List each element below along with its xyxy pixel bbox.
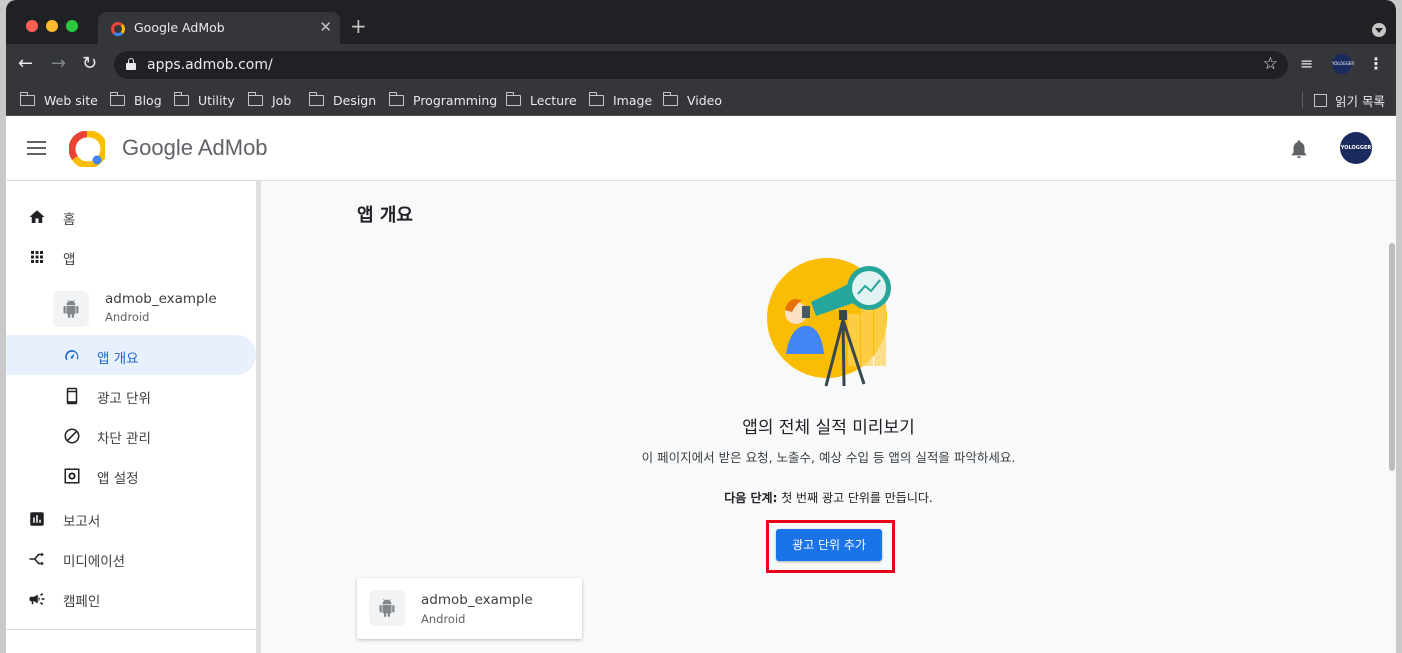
tab-bar: Google AdMob ✕ + [6,0,1396,44]
sidebar-item-mediation[interactable]: 미디에이션 [6,538,256,578]
mediation-icon [29,552,44,566]
main-scrollbar[interactable] [1389,243,1395,471]
tab-search-icon[interactable] [1372,23,1386,37]
admob-logo-icon [69,131,105,167]
card-app-name: admob_example [421,592,533,608]
settings-icon [64,468,80,484]
folder-icon [588,91,604,106]
next-step-text: 다음 단계: 첫 번째 광고 단위를 만듭니다. [261,489,1396,506]
menu-icon[interactable] [27,141,46,155]
close-window-button[interactable] [26,20,38,32]
bookmark-folder[interactable]: Lecture [505,90,577,110]
reload-icon[interactable]: ↻ [82,52,97,76]
sidebar-item-home[interactable]: 홈 [6,196,256,236]
bookmarks-divider [1302,92,1303,108]
admob-favicon-icon [111,22,125,36]
android-icon [379,599,395,617]
bookmark-star-icon[interactable]: ☆ [1263,54,1278,74]
bookmark-folder[interactable]: Blog [109,90,162,110]
bookmark-folder[interactable]: Video [662,90,722,110]
sidebar-divider [6,629,256,630]
browser-window: Google AdMob ✕ + ← → ↻ apps.admob.com/ ☆… [6,0,1396,653]
sidebar-item-campaigns[interactable]: 캠페인 [6,578,256,618]
bookmark-folder[interactable]: Job [247,90,291,110]
brand-name: Google AdMob [122,135,268,160]
new-tab-button[interactable]: + [350,16,367,36]
folder-icon [662,91,678,106]
profile-avatar[interactable]: YOLOGGER [1332,54,1354,74]
folder-icon [173,91,189,106]
sidebar-app-entry[interactable]: admob_example Android [53,289,253,337]
sidebar-item-ad-units[interactable]: 광고 단위 [6,375,256,415]
maximize-window-button[interactable] [66,20,78,32]
tab-title: Google AdMob [134,20,225,35]
url-text[interactable]: apps.admob.com/ [147,57,273,73]
reports-chart-icon [30,512,44,526]
folder-icon [505,91,521,106]
reading-list-button[interactable]: 읽기 목록 [1314,90,1385,110]
browser-tab[interactable]: Google AdMob ✕ [98,12,340,44]
ad-unit-icon [66,387,78,405]
bookmarks-bar: Web site Blog Utility Job Design Program… [6,84,1396,116]
promo-description: 이 페이지에서 받은 요청, 노출수, 예상 수입 등 앱의 실적을 파악하세요… [641,450,1016,465]
tab-close-icon[interactable]: ✕ [319,18,332,36]
folder-icon [388,91,404,106]
apps-grid-icon [31,251,43,263]
folder-icon [247,91,263,106]
speedometer-icon [65,350,79,361]
android-icon [63,300,79,318]
notifications-bell-icon[interactable] [1288,138,1310,160]
back-arrow-icon[interactable]: ← [18,52,33,76]
app-card[interactable]: admob_example Android [357,578,582,639]
next-step-label: 다음 단계: [724,491,778,505]
add-ad-unit-button[interactable]: 광고 단위 추가 [776,529,882,561]
app-header: Google AdMob YOLOGGER [6,116,1396,181]
bookmark-folder[interactable]: Utility [173,90,235,110]
folder-icon [19,91,35,106]
media-control-icon[interactable]: ≡ [1300,53,1313,75]
app-icon [53,291,89,327]
sidebar-item-blocking[interactable]: 차단 관리 [6,415,256,455]
megaphone-icon [29,593,45,605]
address-bar[interactable]: apps.admob.com/ ☆ [114,51,1288,79]
sidebar: 홈 앱 admob_example Android 앱 개요 광고 단위 차단 … [6,181,256,653]
bookmark-folder[interactable]: Programming [388,90,497,110]
next-step-body: 첫 번째 광고 단위를 만듭니다. [777,491,933,505]
sidebar-item-app-settings[interactable]: 앱 설정 [6,455,256,495]
chrome-menu-icon[interactable]: ⋮ [1368,53,1384,75]
app-name: admob_example [105,291,217,307]
block-icon [64,428,80,444]
home-icon [29,210,45,223]
card-app-platform: Android [421,612,466,626]
bookmark-folder[interactable]: Web site [19,90,98,110]
page-title: 앱 개요 [357,205,413,226]
promo-title: 앱의 전체 실적 미리보기 [742,418,915,438]
sidebar-item-app-overview[interactable]: 앱 개요 [6,335,256,375]
sidebar-item-reports[interactable]: 보고서 [6,498,256,538]
bookmark-folder[interactable]: Design [308,90,376,110]
sidebar-item-apps[interactable]: 앱 [6,236,256,276]
folder-icon [109,91,125,106]
telescope-illustration [767,258,891,387]
bookmark-folder[interactable]: Image [588,90,652,110]
app-platform: Android [105,310,150,324]
forward-arrow-icon[interactable]: → [51,52,66,76]
minimize-window-button[interactable] [46,20,58,32]
lock-icon[interactable] [126,58,136,70]
app-icon [369,590,405,626]
browser-toolbar: ← → ↻ apps.admob.com/ ☆ ≡ YOLOGGER ⋮ [6,44,1396,84]
main-content: 앱 개요 앱의 전체 실적 미리보기 이 페이지에서 받은 요청, 노출수, 예… [261,181,1396,653]
account-avatar[interactable]: YOLOGGER [1340,132,1372,164]
folder-icon [308,91,324,106]
reading-list-icon [1314,93,1327,107]
